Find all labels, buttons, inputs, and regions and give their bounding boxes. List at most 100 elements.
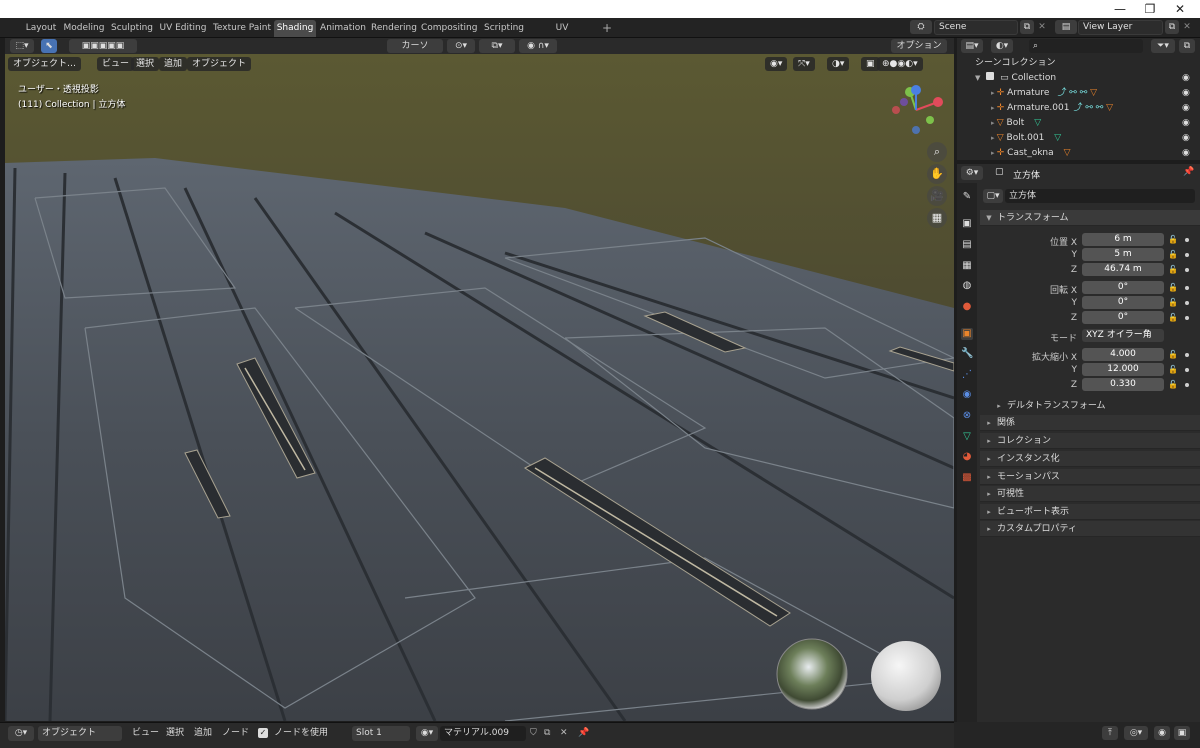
proportional-edit-icon[interactable]: ◉ ∩▾: [519, 39, 557, 53]
object-properties-icon[interactable]: ▣: [961, 328, 973, 340]
mesh-data-icon[interactable]: ▽: [961, 431, 973, 443]
tab-uv-editing[interactable]: UV Editing: [158, 20, 208, 37]
lock-icon[interactable]: 🔓: [1168, 235, 1178, 244]
outliner-search[interactable]: ⌕: [1029, 39, 1143, 53]
new-collection-icon[interactable]: ⧉: [1179, 39, 1195, 53]
use-nodes-checkbox[interactable]: ✓: [258, 728, 268, 738]
navigation-gizmo[interactable]: [888, 84, 948, 140]
eye-icon[interactable]: ◉: [1182, 71, 1190, 86]
pin-icon[interactable]: 📌: [1183, 167, 1194, 177]
lock-icon[interactable]: 🔓: [1168, 313, 1178, 322]
material-browse-icon[interactable]: ◉▾: [416, 726, 438, 741]
modifier-icon[interactable]: 🔧: [961, 348, 973, 360]
fake-user-icon[interactable]: ⛉: [530, 726, 537, 741]
material-name-field[interactable]: マテリアル.009: [440, 726, 526, 741]
keyframe-dot-icon[interactable]: [1185, 238, 1189, 242]
pivot-point-icon[interactable]: ⊙▾: [447, 39, 475, 53]
duplicate-material-icon[interactable]: ⧉: [544, 726, 550, 741]
scene-selector-icon[interactable]: ⛭: [910, 20, 932, 34]
keyframe-dot-icon[interactable]: [1185, 383, 1189, 387]
delta-transform-subpanel[interactable]: ▸ デルタトランスフォーム: [980, 398, 1200, 414]
lock-icon[interactable]: 🔓: [1168, 298, 1178, 307]
panel-visibility[interactable]: ▸ 可視性: [980, 486, 1200, 502]
restore-icon[interactable]: ❐: [1135, 1, 1165, 17]
node-menu-select[interactable]: 選択: [166, 726, 184, 741]
view-layer-tab-icon[interactable]: ▦: [961, 260, 973, 272]
properties-editor-icon[interactable]: ⚙▾: [961, 166, 983, 180]
visibility-icon[interactable]: ◉▾: [765, 57, 788, 71]
new-scene-icon[interactable]: ⧉: [1020, 20, 1034, 34]
rotation-x-field[interactable]: 0°: [1082, 281, 1164, 294]
editor-type-icon[interactable]: ⬚▾: [10, 39, 34, 53]
menu-select[interactable]: 選択: [131, 57, 160, 71]
scale-y-field[interactable]: 12.000: [1082, 363, 1164, 376]
lock-icon[interactable]: 🔓: [1168, 283, 1178, 292]
keyframe-dot-icon[interactable]: [1185, 368, 1189, 372]
close-icon[interactable]: ✕: [1165, 1, 1195, 17]
rotation-y-field[interactable]: 0°: [1082, 296, 1164, 309]
pan-hand-icon[interactable]: ✋: [927, 164, 947, 184]
scene-field[interactable]: Scene: [934, 20, 1018, 35]
rotation-z-field[interactable]: 0°: [1082, 311, 1164, 324]
display-mode-icon[interactable]: ◐▾: [991, 39, 1013, 53]
camera-icon[interactable]: 🎥: [927, 186, 947, 206]
object-name-field[interactable]: 立方体: [1005, 189, 1195, 203]
render-icon[interactable]: ▣: [961, 218, 973, 230]
interaction-mode[interactable]: オブジェクト…: [8, 57, 82, 71]
tab-rendering[interactable]: Rendering: [370, 20, 418, 37]
outliner-item[interactable]: ▸ ✛ Cast_okna ▽ ◉: [957, 146, 1200, 161]
scene-tab-icon[interactable]: ◍: [961, 280, 973, 292]
gizmo-toggle-icon[interactable]: ⤧▾: [793, 57, 815, 71]
object-data-icon[interactable]: ▢▾: [983, 189, 1003, 203]
view-layer-icon[interactable]: ▤: [1055, 20, 1077, 34]
shading-modes-icon[interactable]: ⊕●◉◐▾: [877, 57, 923, 71]
filter-icon[interactable]: ⏷▾: [1151, 39, 1175, 53]
options-button[interactable]: オプション: [891, 39, 947, 53]
texture-icon[interactable]: ▩: [961, 472, 973, 484]
scale-z-field[interactable]: 0.330: [1082, 378, 1164, 391]
keyframe-dot-icon[interactable]: [1185, 253, 1189, 257]
menu-view[interactable]: ビュー: [97, 57, 135, 71]
eye-icon[interactable]: ◉: [1182, 116, 1190, 131]
select-tool-icon[interactable]: ⬉: [41, 39, 57, 53]
scale-x-field[interactable]: 4.000: [1082, 348, 1164, 361]
location-x-field[interactable]: 6 m: [1082, 233, 1164, 246]
overlay-footer-icon[interactable]: ◉: [1154, 726, 1170, 740]
tab-modeling[interactable]: Modeling: [62, 20, 106, 37]
keyframe-dot-icon[interactable]: [1185, 268, 1189, 272]
panel-relations[interactable]: ▸ 関係: [980, 415, 1200, 431]
zoom-icon[interactable]: ⌕: [927, 142, 947, 162]
lock-icon[interactable]: 🔓: [1168, 250, 1178, 259]
transform-panel-header[interactable]: ▼ トランスフォーム: [980, 210, 1200, 226]
panel-instancing[interactable]: ▸ インスタンス化: [980, 451, 1200, 467]
node-menu-node[interactable]: ノード: [222, 726, 249, 741]
expand-arrow-icon[interactable]: ▼: [975, 74, 980, 82]
scene-collection-row[interactable]: シーンコレクション: [957, 56, 1200, 71]
transform-orientation[interactable]: カーソ: [387, 39, 443, 53]
snap-footer-icon[interactable]: ⤒: [1102, 726, 1118, 740]
material-icon[interactable]: ◕: [961, 451, 973, 463]
keyframe-dot-icon[interactable]: [1185, 353, 1189, 357]
menu-add[interactable]: 追加: [159, 57, 188, 71]
node-editor-type-icon[interactable]: ◷▾: [8, 726, 34, 741]
node-menu-view[interactable]: ビュー: [132, 726, 159, 741]
unlink-material-icon[interactable]: ✕: [560, 726, 568, 741]
keyframe-dot-icon[interactable]: [1185, 316, 1189, 320]
add-workspace-icon[interactable]: +: [600, 21, 614, 35]
outliner-item[interactable]: ▸ ▽ Bolt.001 ▽ ◉: [957, 131, 1200, 146]
delete-scene-icon[interactable]: ✕: [1036, 20, 1048, 34]
lock-icon[interactable]: 🔓: [1168, 265, 1178, 274]
tab-scripting[interactable]: Scripting: [480, 20, 528, 37]
tab-shading[interactable]: Shading: [274, 20, 316, 37]
outliner-editor-icon[interactable]: ▤▾: [961, 39, 983, 53]
location-z-field[interactable]: 46.74 m: [1082, 263, 1164, 276]
select-mode-icons[interactable]: ▣▣▣▣▣: [69, 39, 137, 53]
tab-animation[interactable]: Animation: [318, 20, 368, 37]
checkbox-icon[interactable]: [986, 72, 995, 80]
collection-row[interactable]: ▼ ▭ Collection ◉: [957, 71, 1200, 86]
constraints-icon[interactable]: ⊗: [961, 410, 973, 422]
outliner-item[interactable]: ▸ ✛ Armature ⤴ ⚯ ⚯ ▽ ◉: [957, 86, 1200, 101]
rotation-mode-select[interactable]: XYZ オイラー角: [1082, 329, 1164, 342]
toggle-footer-icon[interactable]: ▣: [1174, 726, 1190, 740]
physics-icon[interactable]: ◉: [961, 389, 973, 401]
